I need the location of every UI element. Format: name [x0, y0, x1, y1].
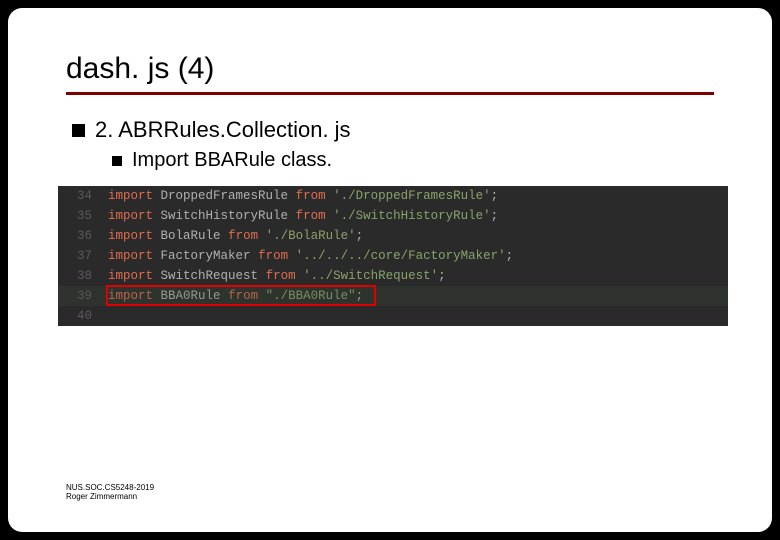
line-number: 40: [58, 306, 102, 326]
code-content: import SwitchHistoryRule from './SwitchH…: [108, 206, 498, 226]
line-number: 34: [58, 186, 102, 206]
code-content: import FactoryMaker from '../../../core/…: [108, 246, 513, 266]
line-number: 39: [58, 286, 102, 306]
line-number: 37: [58, 246, 102, 266]
bullet-item-1: 2. ABRRules.Collection. js: [72, 117, 714, 143]
code-line: 35 import SwitchHistoryRule from './Switc…: [58, 206, 728, 226]
footer-line-1: NUS.SOC.CS5248-2019: [66, 483, 154, 493]
code-content: import SwitchRequest from '../SwitchRequ…: [108, 266, 446, 286]
page-title: dash. js (4): [66, 52, 714, 95]
line-number: 36: [58, 226, 102, 246]
code-content: import DroppedFramesRule from './Dropped…: [108, 186, 498, 206]
footer-line-2: Roger Zimmermann: [66, 492, 154, 502]
code-content: import BolaRule from './BolaRule';: [108, 226, 363, 246]
code-block: 34 import DroppedFramesRule from './Dropp…: [58, 186, 728, 326]
bullet-square-icon: [112, 156, 122, 166]
code-line: 34 import DroppedFramesRule from './Dropp…: [58, 186, 728, 206]
line-number: 35: [58, 206, 102, 226]
bullet-text-2: Import BBARule class.: [132, 149, 332, 172]
code-line: 39 import BBA0Rule from "./BBA0Rule";: [58, 286, 728, 306]
bullet-text-1: 2. ABRRules.Collection. js: [95, 117, 351, 143]
code-content: import BBA0Rule from "./BBA0Rule";: [108, 286, 363, 306]
slide-footer: NUS.SOC.CS5248-2019 Roger Zimmermann: [66, 483, 154, 502]
code-line: 37 import FactoryMaker from '../../../cor…: [58, 246, 728, 266]
line-number: 38: [58, 266, 102, 286]
bullet-square-icon: [72, 124, 85, 137]
code-line: 36 import BolaRule from './BolaRule';: [58, 226, 728, 246]
slide: dash. js (4) 2. ABRRules.Collection. js …: [8, 8, 772, 532]
bullet-item-2: Import BBARule class.: [112, 149, 714, 172]
code-line: 40: [58, 306, 728, 326]
code-line: 38 import SwitchRequest from '../SwitchRe…: [58, 266, 728, 286]
